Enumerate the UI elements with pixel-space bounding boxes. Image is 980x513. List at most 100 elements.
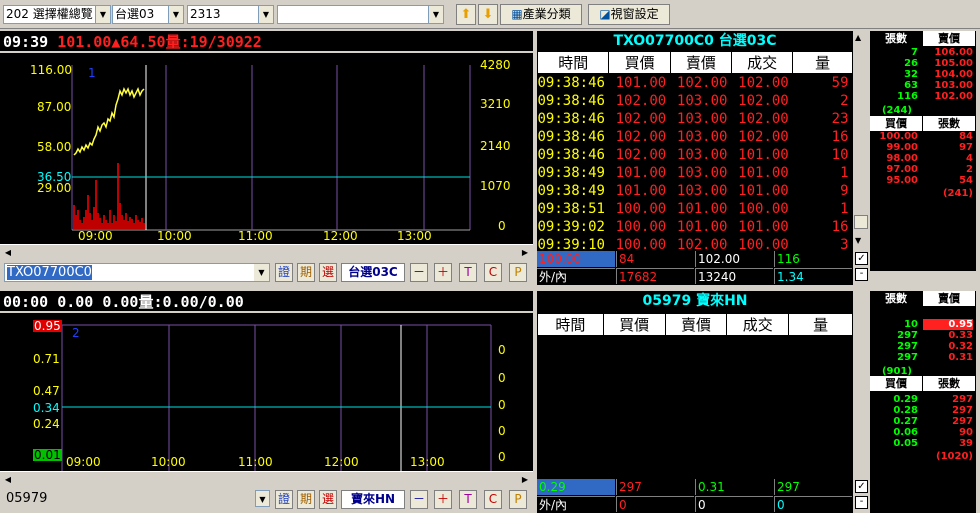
call-button[interactable]: C (484, 490, 502, 509)
quote1-rows: 09:38:46 101.00 102.00 102.00 59 09:38:46 102.… (538, 74, 853, 251)
table-cell: 103.00 (676, 129, 728, 145)
d2-h-qty: 張數 (870, 291, 922, 306)
q2-bar-ask: 0.31 (695, 479, 773, 495)
table-row[interactable]: 09:39:10 100.00 102.00 100.00 3 (538, 236, 853, 251)
depth-cell: 63 (904, 80, 918, 91)
q2-collapse-button[interactable]: - (855, 496, 868, 509)
zoom-in-button[interactable]: ＋ (434, 490, 452, 509)
t-button[interactable]: T (459, 263, 477, 282)
scroll-thumb[interactable] (854, 215, 868, 229)
q2-checkbox[interactable]: ✓ (855, 480, 868, 493)
chart2-left-tick: 0.24 (33, 417, 60, 431)
q1-bar-bid: 100.00 (537, 251, 615, 267)
chart2-change: 0.00 (102, 293, 139, 311)
chevron-down-icon[interactable]: ▼ (95, 6, 110, 23)
col-time: 時間 (537, 313, 604, 336)
chevron-down-icon[interactable]: ▼ (258, 6, 273, 23)
chart2-gridlines (61, 324, 492, 476)
chart2-right-tick: 0 (498, 424, 506, 438)
table-cell: 101.00 (615, 165, 667, 181)
table-row[interactable]: 09:38:46 102.00 103.00 102.00 16 (538, 128, 853, 146)
table-row[interactable]: 09:38:49 101.00 103.00 101.00 1 (538, 164, 853, 182)
t-button[interactable]: T (459, 490, 477, 509)
chart1-time: 09:39 (3, 33, 49, 51)
table-cell: 101.00 (615, 183, 667, 199)
chart2-market-label[interactable]: 寶來HN (341, 490, 405, 509)
col-ask: 賣價 (669, 51, 732, 74)
q1-checkbox[interactable]: ✓ (855, 252, 868, 265)
put-button[interactable]: P (509, 490, 527, 509)
quote1-scrollbar[interactable]: ▲ ▼ (853, 31, 869, 251)
table-cell: 102.00 (615, 147, 667, 163)
table-cell: 100.00 (738, 201, 789, 217)
put-button[interactable]: P (509, 263, 527, 282)
chart2-x-tick: 10:00 (151, 455, 186, 469)
up-arrow-button[interactable]: ⬆ (456, 4, 476, 25)
depth-cell: 102.00 (934, 91, 973, 102)
call-button[interactable]: C (484, 263, 502, 282)
stock-button[interactable]: 證 (275, 263, 293, 282)
futures-button[interactable]: 期 (297, 490, 315, 509)
table-row[interactable]: 09:38:49 101.00 103.00 101.00 9 (538, 182, 853, 200)
group-combo[interactable]: 202 選擇權總覽 ▼ (3, 5, 111, 24)
chart2-symbol-input[interactable]: 05979 ▼ (4, 490, 270, 509)
depth-cell: 0.33 (948, 330, 973, 341)
quote1-table: 時間 買價 賣價 成交 量 09:38:46 101.00 102.00 102.00… (537, 51, 853, 251)
depth-cell: 95.00 (886, 175, 918, 186)
chevron-down-icon[interactable]: ▼ (855, 236, 861, 245)
chart1-symbol-value: TXO07700C0 (7, 265, 92, 280)
col-volume: 量 (792, 51, 853, 74)
table-cell: 101.00 (738, 147, 789, 163)
table-row[interactable]: 09:38:46 101.00 102.00 102.00 59 (538, 74, 853, 93)
depth-cell: 10 (904, 319, 918, 330)
chevron-left-icon[interactable]: ◀ (2, 247, 14, 259)
chart1-market-label[interactable]: 台選03C (341, 263, 405, 282)
q2-bar-out: 0 (616, 496, 694, 512)
table-row[interactable]: 09:38:46 102.00 103.00 102.00 23 (538, 110, 853, 128)
chevron-down-icon[interactable]: ▼ (254, 264, 269, 281)
window-label: 視窗設定 (610, 7, 659, 21)
depth-cell: 7 (911, 47, 918, 58)
table-row[interactable]: 09:39:02 100.00 101.00 101.00 16 (538, 218, 853, 236)
table-row[interactable]: 09:38:51 100.00 101.00 100.00 1 (538, 200, 853, 218)
table-cell: 10 (831, 147, 849, 163)
futures-button[interactable]: 期 (297, 263, 315, 282)
d1-h-qty2: 張數 (923, 116, 975, 131)
chevron-down-icon[interactable]: ▼ (255, 490, 270, 507)
options-button[interactable]: 選 (319, 263, 337, 282)
chevron-right-icon[interactable]: ▶ (519, 474, 531, 486)
chevron-up-icon[interactable]: ▲ (855, 33, 861, 42)
down-arrow-button[interactable]: ⬇ (478, 4, 498, 25)
col-trade: 成交 (730, 51, 794, 74)
options-button[interactable]: 選 (319, 490, 337, 509)
chart1-price: 101.00 (57, 33, 112, 51)
blank-combo[interactable]: ▼ (277, 5, 444, 24)
chevron-right-icon[interactable]: ▶ (519, 247, 531, 259)
table-row[interactable]: 09:38:46 102.00 103.00 101.00 10 (538, 146, 853, 164)
code-combo[interactable]: 2313 ▼ (187, 5, 274, 24)
chart1-change: ▲64.50 (111, 33, 166, 51)
zoom-out-button[interactable]: － (410, 490, 428, 509)
chevron-down-icon[interactable]: ▼ (428, 6, 443, 23)
chart1-symbol-input[interactable]: TXO07700C0 ▼ (4, 263, 270, 282)
chart2-scrollbar[interactable]: ◀ ▶ (0, 471, 533, 487)
chart-panel-2: 00:00 0.00 0.00量:0.00/0.00 2 0.95 0.71 0… (0, 291, 533, 489)
depth-cell: 297 (897, 330, 918, 341)
zoom-out-button[interactable]: － (410, 263, 428, 282)
chart1-scrollbar[interactable]: ◀ ▶ (0, 244, 533, 260)
col-volume: 量 (788, 313, 853, 336)
table-cell: 102.00 (615, 93, 667, 109)
market-combo[interactable]: 台選03 ▼ (112, 5, 184, 24)
table-row[interactable]: 09:38:46 102.00 103.00 102.00 2 (538, 92, 853, 110)
chart2-x-tick: 11:00 (238, 455, 273, 469)
chart1-plot[interactable]: 1 (0, 55, 533, 244)
chevron-down-icon[interactable]: ▼ (168, 6, 183, 23)
zoom-in-button[interactable]: ＋ (434, 263, 452, 282)
stock-button[interactable]: 證 (275, 490, 293, 509)
window-settings-button[interactable]: ◪視窗設定 (588, 4, 670, 25)
q2-bar-askqty: 297 (774, 479, 852, 495)
q1-collapse-button[interactable]: - (855, 268, 868, 281)
chevron-left-icon[interactable]: ◀ (2, 474, 14, 486)
industry-button[interactable]: ▦產業分類 (500, 4, 582, 25)
table-cell: 102.00 (615, 129, 667, 145)
